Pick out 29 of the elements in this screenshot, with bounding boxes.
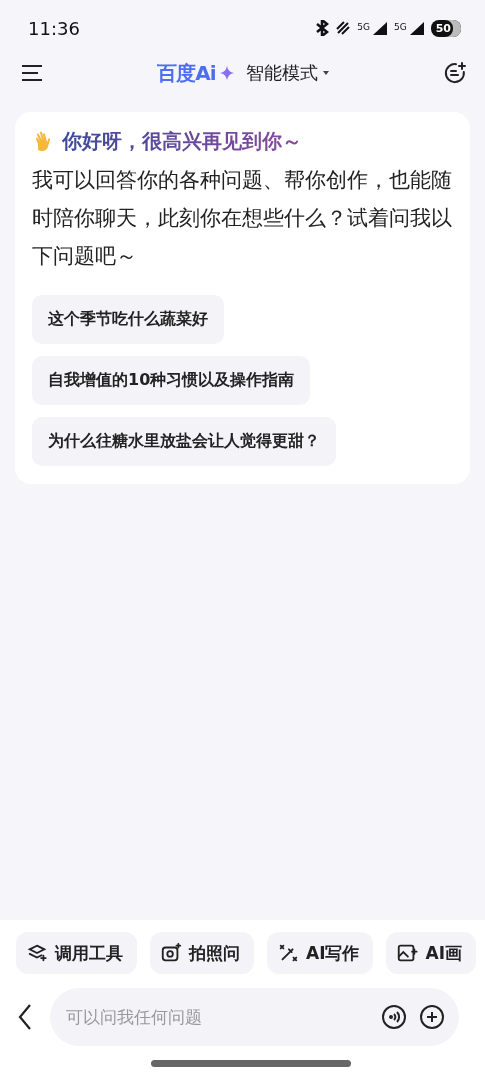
input-bar[interactable]: 可以问我任何问题 [50, 988, 459, 1046]
message-input[interactable]: 可以问我任何问题 [64, 1006, 369, 1028]
sparkle-icon [219, 66, 234, 80]
tool-chip[interactable]: 调用工具 [16, 932, 137, 974]
tool-chip[interactable]: 拍照问 [150, 932, 254, 974]
new-chat-icon[interactable] [443, 61, 467, 85]
intro-text: 我可以回答你的各种问题、帮你创作，也能随时陪你聊天，此刻你在想些什么？试着问我以下问题吧～ [32, 167, 453, 270]
suggested-question[interactable]: 这个季节吃什么蔬菜好 [32, 295, 224, 344]
tool-chip[interactable]: AI写作 [267, 932, 374, 974]
app-logo: 百度Ai [157, 59, 216, 87]
signal-icon [408, 20, 425, 36]
camera-icon [160, 942, 182, 964]
mode-dropdown[interactable]: 智能模式 [245, 61, 330, 85]
tool-chip[interactable]: AI画 [386, 932, 476, 974]
suggested-question[interactable]: 自我增值的10种习惯以及操作指南 [32, 356, 311, 405]
voice-icon[interactable] [381, 1004, 407, 1030]
battery-icon: 50 [430, 19, 461, 37]
image-icon [396, 942, 419, 964]
layers-icon [26, 942, 48, 964]
network-label: 5G [394, 21, 407, 32]
caret-icon [321, 70, 330, 76]
status-time: 11:36 [28, 17, 80, 39]
add-icon[interactable] [419, 1004, 445, 1030]
network-label: 5G [357, 21, 370, 32]
bluetooth-icon [315, 20, 330, 36]
menu-icon[interactable] [20, 63, 44, 83]
suggested-question[interactable]: 为什么往糖水里放盐会让人觉得更甜？ [32, 417, 336, 466]
wand-icon [277, 942, 299, 964]
signal-icon [372, 20, 388, 36]
